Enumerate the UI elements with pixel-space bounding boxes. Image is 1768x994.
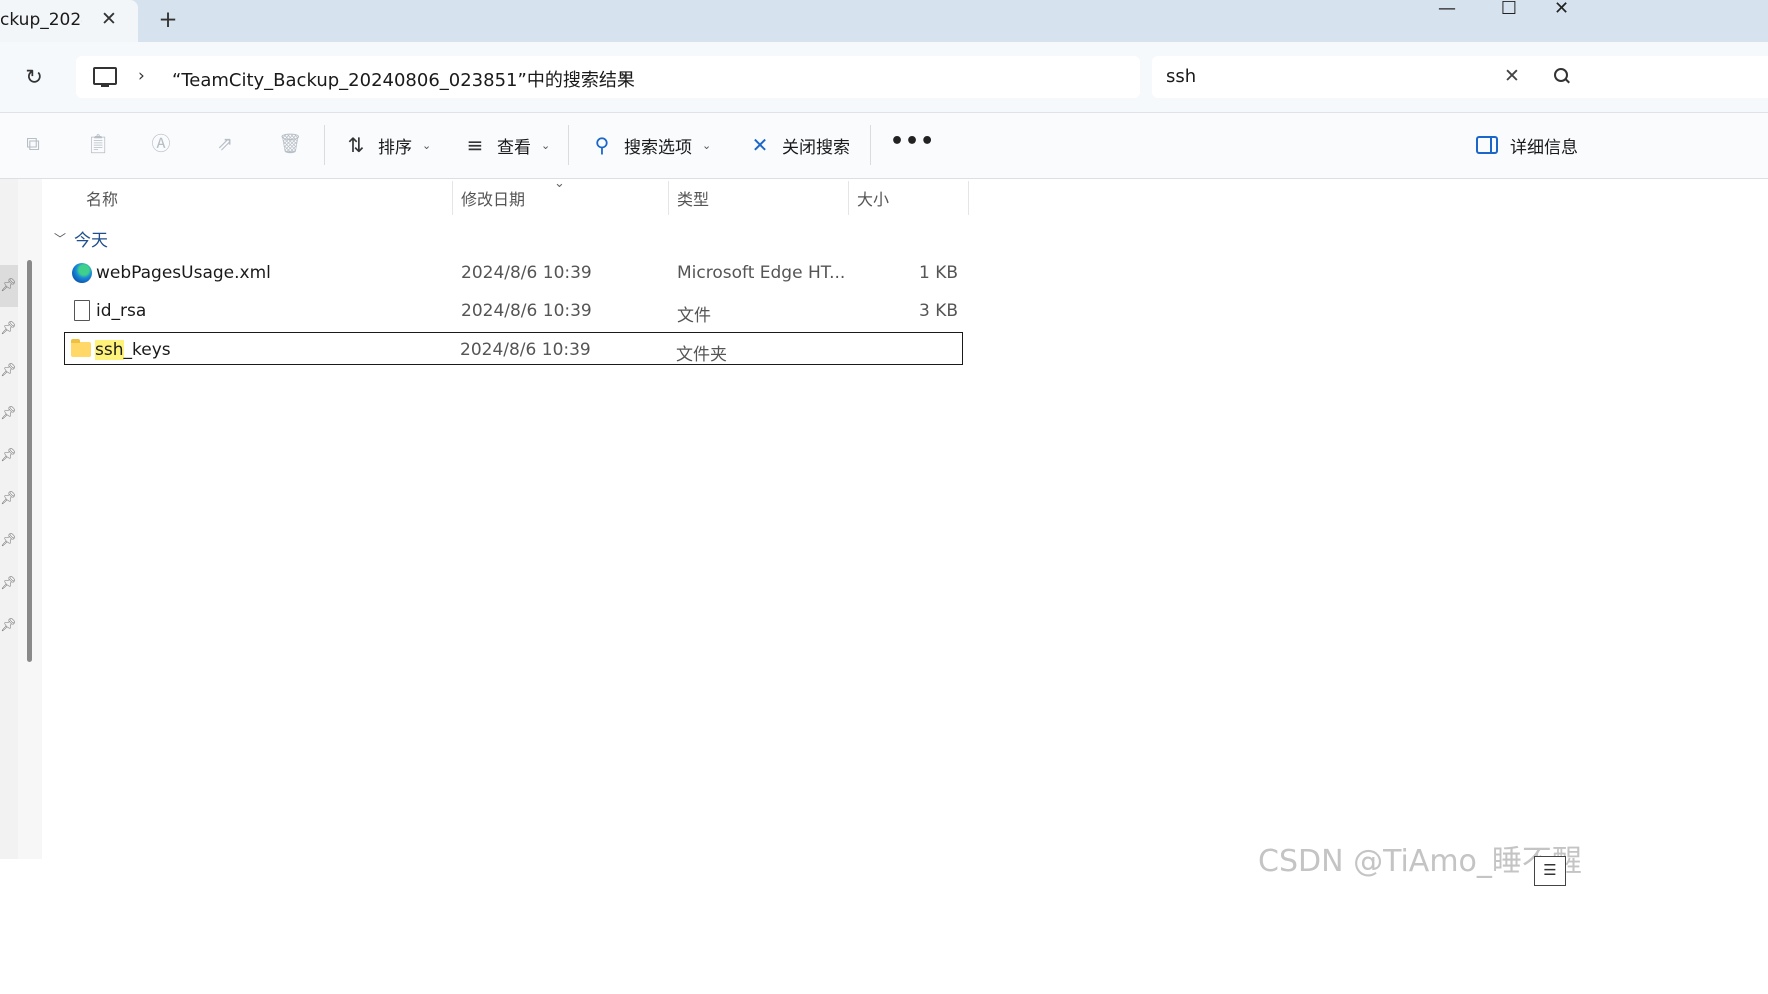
sort-icon: ⇅ — [347, 133, 365, 157]
pin-icon[interactable]: 📌︎ — [0, 618, 17, 634]
file-type: Microsoft Edge HT... — [677, 263, 846, 283]
close-search-button[interactable]: ✕ 关闭搜索 — [748, 131, 850, 159]
column-header-name[interactable]: 名称 — [86, 186, 118, 210]
file-name: ssh_keys — [95, 340, 171, 360]
title-bar: ckup_2024( ✕ + — ☐ ✕ — [0, 0, 1768, 42]
column-divider[interactable] — [452, 181, 453, 215]
new-tab-icon[interactable]: + — [156, 7, 180, 33]
sort-descending-icon: ⌄ — [554, 176, 565, 191]
separator — [568, 125, 569, 165]
view-button[interactable]: ≡ 查看 ⌄ — [463, 131, 551, 159]
breadcrumb-chevron-icon[interactable]: › — [138, 66, 145, 86]
group-header-today[interactable]: ﹀ 今天 — [54, 226, 108, 251]
pin-icon[interactable]: 📌︎ — [0, 491, 17, 507]
file-date: 2024/8/6 10:39 — [461, 263, 592, 283]
details-pane-button[interactable]: 详细信息 — [1476, 131, 1578, 159]
file-row[interactable]: webPagesUsage.xml 2024/8/6 10:39 Microso… — [66, 256, 962, 290]
breadcrumb-search-results[interactable]: “TeamCity_Backup_20240806_023851”中的搜索结果 — [172, 66, 635, 92]
bottom-area — [0, 884, 1768, 994]
minimize-icon[interactable]: — — [1432, 0, 1462, 20]
search-match-highlight: ssh — [95, 340, 124, 360]
pin-icon[interactable]: 📌︎ — [0, 576, 17, 592]
copy-icon[interactable]: ⧉ — [22, 133, 44, 155]
column-header-date[interactable]: 修改日期 — [461, 186, 525, 210]
column-header-size[interactable]: 大小 — [857, 186, 889, 210]
file-icon — [74, 300, 90, 321]
file-type: 文件夹 — [676, 345, 727, 365]
tab-search-results[interactable]: ckup_2024( ✕ — [0, 0, 138, 42]
window-close-icon[interactable]: ✕ — [1554, 0, 1568, 20]
file-row[interactable]: id_rsa 2024/8/6 10:39 文件 3 KB — [66, 294, 962, 328]
file-size: 1 KB — [918, 263, 958, 283]
details-view-icon[interactable]: ☰ — [1534, 856, 1566, 886]
column-divider[interactable] — [968, 181, 969, 215]
search-clear-icon[interactable]: ✕ — [1504, 65, 1520, 87]
chevron-down-icon: ⌄ — [702, 138, 712, 152]
sort-button[interactable]: ⇅ 排序 ⌄ — [344, 131, 432, 159]
details-pane-icon — [1476, 136, 1498, 154]
file-name: id_rsa — [96, 301, 147, 321]
pin-icon[interactable]: 📌︎ — [0, 321, 17, 337]
chevron-down-icon: ⌄ — [541, 138, 551, 152]
chevron-down-icon: ⌄ — [422, 138, 432, 152]
search-box[interactable]: ssh ✕ — [1152, 56, 1768, 98]
maximize-icon[interactable]: ☐ — [1494, 0, 1524, 20]
search-icon[interactable] — [1554, 68, 1568, 82]
delete-icon[interactable]: 🗑︎ — [278, 133, 302, 155]
breadcrumb-chevron-icon[interactable]: › — [620, 66, 627, 86]
pin-icon[interactable]: 📌︎ — [0, 533, 17, 549]
close-search-label: 关闭搜索 — [782, 137, 850, 158]
view-icon: ≡ — [466, 133, 484, 157]
edge-icon — [72, 263, 92, 283]
rename-icon[interactable]: Ⓐ — [150, 133, 172, 155]
details-label: 详细信息 — [1510, 137, 1578, 158]
search-options-label: 搜索选项 — [624, 137, 692, 158]
computer-icon[interactable] — [93, 67, 117, 87]
file-size: 3 KB — [918, 301, 958, 321]
pin-icon[interactable]: 📌︎ — [0, 278, 17, 294]
column-divider[interactable] — [848, 181, 849, 215]
search-options-button[interactable]: ⚲ 搜索选项 ⌄ — [590, 131, 712, 159]
pin-icon[interactable]: 📌︎ — [0, 448, 17, 464]
file-date: 2024/8/6 10:39 — [461, 301, 592, 321]
share-icon[interactable]: ⇗ — [214, 133, 236, 155]
refresh-icon[interactable]: ↻ — [22, 65, 46, 89]
address-row: ↻ › “TeamCity_Backup_20240806_023851”中的搜… — [0, 42, 1768, 113]
folder-icon — [71, 339, 91, 357]
separator — [324, 125, 325, 165]
sort-label: 排序 — [378, 137, 412, 158]
address-bar[interactable]: › “TeamCity_Backup_20240806_023851”中的搜索结… — [76, 56, 1140, 98]
file-row-selected[interactable]: ssh_keys 2024/8/6 10:39 文件夹 — [64, 332, 963, 365]
file-date: 2024/8/6 10:39 — [460, 340, 591, 360]
group-label: 今天 — [74, 231, 109, 251]
tab-close-icon[interactable]: ✕ — [98, 8, 120, 30]
navigation-scrollbar[interactable] — [27, 260, 32, 662]
search-input[interactable]: ssh — [1166, 66, 1196, 87]
chevron-down-icon: ﹀ — [54, 232, 67, 246]
file-name-rest: _keys — [123, 340, 171, 360]
column-divider[interactable] — [668, 181, 669, 215]
view-label: 查看 — [497, 137, 531, 158]
search-options-icon: ⚲ — [594, 133, 610, 157]
close-search-icon: ✕ — [751, 133, 769, 157]
file-type: 文件 — [677, 306, 711, 326]
file-name: webPagesUsage.xml — [96, 263, 271, 283]
more-options-icon[interactable]: ••• — [890, 129, 935, 154]
column-header-type[interactable]: 类型 — [677, 186, 709, 210]
paste-icon[interactable]: 📋︎ — [86, 133, 110, 155]
pin-icon[interactable]: 📌︎ — [0, 406, 17, 422]
pin-icon[interactable]: 📌︎ — [0, 363, 17, 379]
command-bar: ⧉ 📋︎ Ⓐ ⇗ 🗑︎ ⇅ 排序 ⌄ ≡ 查看 ⌄ ⚲ 搜索选项 ⌄ ✕ 关闭搜… — [0, 113, 1768, 179]
tab-title: ckup_2024( — [0, 10, 82, 30]
separator — [870, 125, 871, 165]
